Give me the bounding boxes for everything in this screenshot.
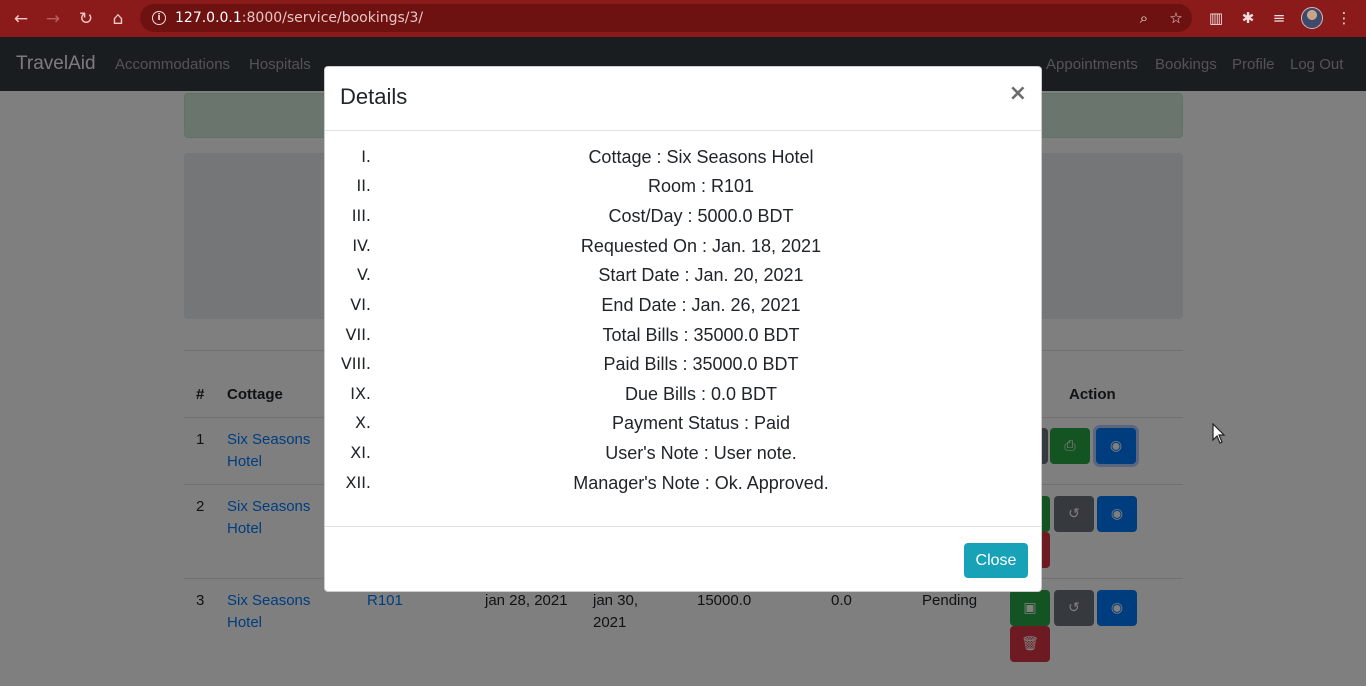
list-marker: VI. [350, 295, 371, 314]
detail-text: Manager's Note : Ok. Approved. [573, 473, 829, 493]
detail-text: Payment Status : Paid [611, 413, 791, 433]
modal-title: Details [340, 84, 408, 109]
reload-icon[interactable]: ↻ [70, 0, 102, 37]
detail-text: Cottage : Six Seasons Hotel [588, 147, 814, 167]
list-marker: I. [361, 147, 371, 166]
detail-cottage: I. Cottage : Six Seasons Hotel [325, 147, 1041, 177]
list-marker: VIII. [340, 354, 371, 373]
detail-manager-note: XII. Manager's Note : Ok. Approved. [325, 473, 1041, 503]
url-text[interactable]: 127.0.0.1:8000/service/bookings/3/ [175, 10, 423, 26]
menu-kebab-icon[interactable]: ⋮ [1334, 8, 1354, 28]
address-bar[interactable]: i 127.0.0.1:8000/service/bookings/3/ ⌕ ☆ [140, 4, 1192, 32]
url-path: :8000/service/bookings/3/ [241, 10, 424, 26]
detail-total-bills: VII. Total Bills : 35000.0 BDT [325, 325, 1041, 355]
back-icon[interactable]: ← [5, 0, 37, 37]
list-marker: VII. [345, 325, 371, 344]
detail-text: Start Date : Jan. 20, 2021 [598, 265, 804, 285]
media-queue-icon[interactable]: ≡ [1269, 8, 1289, 28]
mouse-cursor-icon [1212, 423, 1226, 444]
list-marker: II. [356, 176, 371, 195]
modal-body: I. Cottage : Six Seasons Hotel II. Room : … [325, 132, 1041, 526]
zoom-icon[interactable]: ⌕ [1134, 8, 1154, 28]
detail-text: Requested On : Jan. 18, 2021 [580, 236, 822, 256]
details-modal: Details × I. Cottage : Six Seasons Hotel … [324, 66, 1042, 592]
list-marker: IX. [350, 384, 371, 403]
modal-header: Details × [325, 67, 1041, 131]
detail-text: Total Bills : 35000.0 BDT [602, 325, 800, 345]
list-marker: V. [357, 265, 371, 284]
bookmark-star-icon[interactable]: ☆ [1166, 8, 1186, 28]
detail-paid-bills: VIII. Paid Bills : 35000.0 BDT [325, 354, 1041, 384]
url-host: 127.0.0.1 [175, 10, 242, 26]
detail-user-note: XI. User's Note : User note. [325, 443, 1041, 473]
browser-toolbar: ← → ↻ ⌂ i 127.0.0.1:8000/service/booking… [0, 0, 1366, 37]
detail-text: Paid Bills : 35000.0 BDT [603, 354, 799, 374]
detail-payment-status: X. Payment Status : Paid [325, 413, 1041, 443]
profile-avatar[interactable] [1301, 7, 1323, 29]
detail-text: Due Bills : 0.0 BDT [624, 384, 778, 404]
list-marker: IV. [352, 236, 371, 255]
modal-footer: Close [325, 526, 1041, 591]
detail-text: Cost/Day : 5000.0 BDT [608, 206, 794, 226]
close-icon[interactable]: × [1009, 81, 1027, 106]
detail-text: End Date : Jan. 26, 2021 [601, 295, 801, 315]
detail-end-date: VI. End Date : Jan. 26, 2021 [325, 295, 1041, 325]
detail-cost: III. Cost/Day : 5000.0 BDT [325, 206, 1041, 236]
list-marker: X. [354, 413, 371, 432]
forward-icon[interactable]: → [37, 0, 69, 37]
reading-mode-icon[interactable]: ▥ [1206, 8, 1226, 28]
list-marker: III. [351, 206, 371, 225]
detail-text: Room : R101 [647, 176, 755, 196]
close-button[interactable]: Close [964, 543, 1028, 578]
home-icon[interactable]: ⌂ [102, 0, 134, 37]
list-marker: XII. [345, 473, 371, 492]
detail-start-date: V. Start Date : Jan. 20, 2021 [325, 265, 1041, 295]
list-marker: XI. [350, 443, 371, 462]
detail-room: II. Room : R101 [325, 176, 1041, 206]
site-info-icon[interactable]: i [152, 11, 166, 25]
detail-text: User's Note : User note. [605, 443, 797, 463]
detail-requested: IV. Requested On : Jan. 18, 2021 [325, 236, 1041, 266]
extensions-icon[interactable]: ✱ [1238, 8, 1258, 28]
detail-due-bills: IX. Due Bills : 0.0 BDT [325, 384, 1041, 414]
